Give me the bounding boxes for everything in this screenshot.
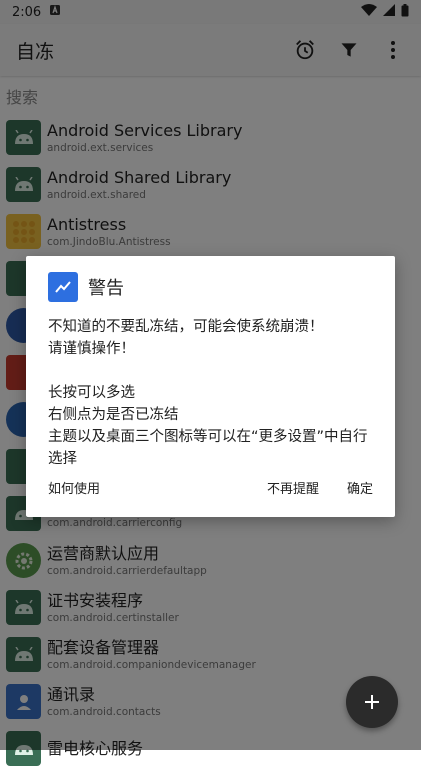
dialog-title: 警告 [88,278,124,299]
plus-icon [365,695,379,709]
add-button[interactable] [346,676,398,728]
dont-remind-button[interactable]: 不再提醒 [267,478,319,497]
confirm-button[interactable]: 确定 [347,478,373,497]
dialog-message: 不知道的不要乱冻结，可能会使系统崩溃！ 请谨慎操作！ 长按可以多选 右侧点为是否… [48,319,368,467]
trend-chart-icon [48,272,78,302]
warning-dialog: 警告 不知道的不要乱冻结，可能会使系统崩溃！ 请谨慎操作！ 长按可以多选 右侧点… [26,256,395,517]
how-to-use-button[interactable]: 如何使用 [48,478,100,497]
